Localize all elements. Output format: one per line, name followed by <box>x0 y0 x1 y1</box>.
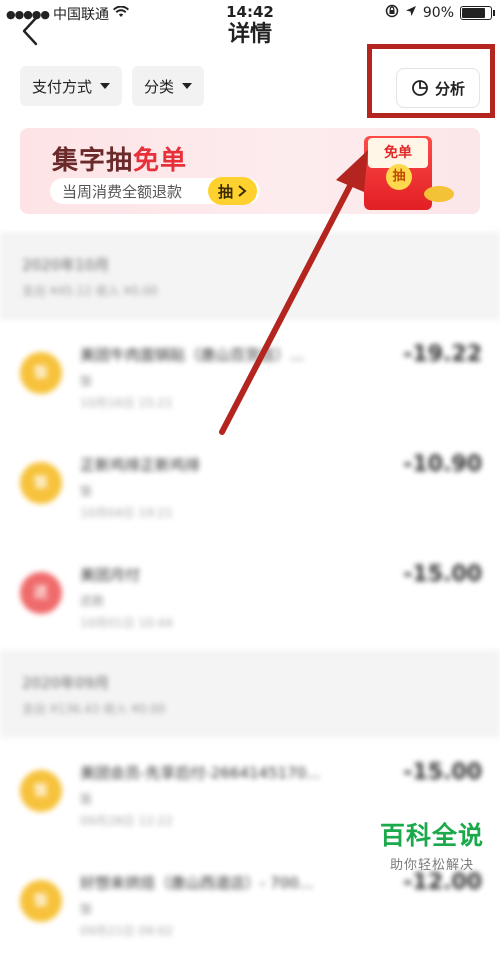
watermark-logo: 百科全说 助你轻松解决 <box>380 816 484 873</box>
merchant-name: 好想来烘焙（唐山西道店）- 700... <box>80 874 314 892</box>
transaction-row[interactable]: 饭正新鸡排正新鸡排饭 10月04日 19:21 -10.90 <box>0 430 500 540</box>
category-icon: 饭 <box>20 462 62 504</box>
month-header: 2020年09月支出 ¥136.43 收入 ¥0.00 <box>0 650 500 738</box>
month-header: 2020年10月支出 ¥45.12 收入 ¥0.00 <box>0 232 500 320</box>
month-summary: 支出 ¥45.12 收入 ¥0.00 <box>22 284 158 298</box>
pie-chart-icon <box>412 80 428 96</box>
merchant-name: 美团牛肉面锅贴（唐山百货店）... <box>80 346 305 364</box>
filter-bar: 支付方式 分类 <box>20 66 205 106</box>
transaction-time: 09月28日 12:22 <box>80 814 173 828</box>
merchant-name: 美团会员-先享后付-2664145170... <box>80 764 321 782</box>
merchant-name: 美团月付 <box>80 566 141 584</box>
transaction-time: 10月01日 10:44 <box>80 616 173 630</box>
payment-method-filter[interactable]: 支付方式 <box>20 66 123 106</box>
banner-title-accent: 免单 <box>133 146 188 176</box>
draw-button[interactable]: 抽 <box>208 177 258 205</box>
transaction-category: 饭 <box>80 374 93 388</box>
transaction-amount: -10.90 <box>403 452 482 477</box>
caret-down-icon <box>182 83 193 89</box>
category-label: 分类 <box>144 77 175 96</box>
analysis-button[interactable]: 分析 <box>396 68 480 108</box>
payment-method-label: 支付方式 <box>32 77 93 96</box>
watermark-sub: 助你轻松解决 <box>389 858 474 873</box>
category-icon: 饭 <box>20 880 62 922</box>
category-filter[interactable]: 分类 <box>132 66 205 106</box>
category-icon: 饭 <box>20 352 62 394</box>
transaction-category: 还款 <box>80 594 105 608</box>
transaction-row[interactable]: 饭美团牛肉面锅贴（唐山百货店）... 饭 10月16日 15:21 -19.22 <box>0 320 500 430</box>
transaction-category: 饭 <box>80 902 93 916</box>
transaction-amount: -19.22 <box>403 342 482 367</box>
merchant-name: 正新鸡排正新鸡排 <box>80 456 201 474</box>
red-packet-coin: 抽 <box>386 164 412 190</box>
transaction-time: 09月21日 09:02 <box>80 924 173 938</box>
red-packet-icon: 免单 抽 <box>364 136 432 210</box>
month-label: 2020年09月 <box>22 674 110 692</box>
transaction-row[interactable]: 还美团月付还款 10月01日 10:44 -15.00 <box>0 540 500 650</box>
chevron-right-icon <box>238 185 247 197</box>
transaction-time: 10月04日 19:21 <box>80 506 173 520</box>
caret-down-icon <box>100 83 111 89</box>
draw-button-label: 抽 <box>218 182 234 201</box>
transaction-amount: -15.00 <box>403 760 482 785</box>
promo-banner[interactable]: 集字抽免单 当周消费全额退款 抽 免单 抽 <box>20 128 480 214</box>
watermark-main: 百科全说 <box>379 821 484 850</box>
transaction-category: 饭 <box>80 484 93 498</box>
category-icon: 饭 <box>20 770 62 812</box>
gold-coins-icon <box>424 186 454 202</box>
transaction-time: 10月16日 15:21 <box>80 396 173 410</box>
banner-title-main: 集字抽 <box>52 146 134 176</box>
navigation-bar: 详情 <box>0 14 500 48</box>
month-label: 2020年10月 <box>22 256 110 274</box>
category-icon: 还 <box>20 572 62 614</box>
month-summary: 支出 ¥136.43 收入 ¥0.00 <box>22 702 166 716</box>
transaction-amount: -12.00 <box>403 870 482 895</box>
banner-title: 集字抽免单 <box>52 140 187 177</box>
transaction-category: 饭 <box>80 792 93 806</box>
transaction-amount: -15.00 <box>403 562 482 587</box>
analysis-label: 分析 <box>434 79 465 98</box>
